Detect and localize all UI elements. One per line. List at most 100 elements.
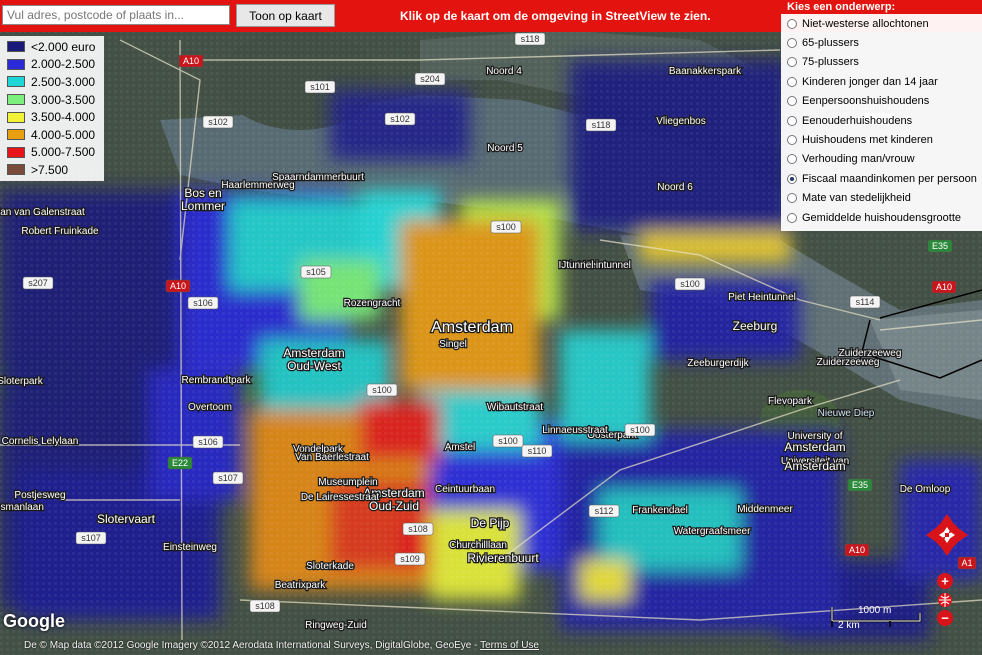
topic-option[interactable]: Verhouding man/vrouw	[781, 150, 982, 169]
road-label: s110	[528, 446, 547, 456]
topic-option[interactable]: Fiscaal maandinkomen per persoon	[781, 169, 982, 188]
topic-radio[interactable]	[787, 38, 797, 49]
topic-option[interactable]: Mate van stedelijkheid	[781, 189, 982, 208]
place-label: Linnaeusstraat	[542, 425, 608, 436]
address-search-input[interactable]	[2, 5, 230, 25]
road-label: A10	[936, 282, 952, 292]
place-label: Jan van Galenstraat	[0, 207, 85, 218]
terms-of-use-link[interactable]: Terms of Use	[480, 640, 539, 651]
legend-row: <2.000 euro	[0, 38, 104, 56]
place-label: Ringweg-Zuid	[305, 620, 367, 631]
topic-option-label: Fiscaal maandinkomen per persoon	[802, 172, 977, 185]
place-label: Frankendael	[632, 505, 688, 516]
topic-option[interactable]: Kinderen jonger dan 14 jaar	[781, 72, 982, 91]
place-label: Sloterkade	[306, 561, 354, 572]
place-label: Baanakkerspark	[669, 66, 742, 77]
legend-label: <2.000 euro	[31, 39, 96, 54]
road-label: s108	[255, 601, 275, 611]
park-label: Flevopark	[768, 396, 813, 407]
road-label: E22	[172, 458, 188, 468]
scale-label: 1000 m	[858, 605, 892, 616]
topic-radio[interactable]	[787, 173, 797, 184]
topic-option-label: Niet-westerse allochtonen	[802, 17, 929, 30]
topic-option-label: Kinderen jonger dan 14 jaar	[802, 75, 938, 88]
topic-option[interactable]: 75-plussers	[781, 53, 982, 72]
topic-option[interactable]: Eenpersoonshuishoudens	[781, 92, 982, 111]
place-label: Zeeburg	[733, 319, 778, 333]
place-label: Churchilllaan	[449, 540, 507, 551]
topic-option[interactable]: Eenouderhuishoudens	[781, 111, 982, 130]
topic-radio[interactable]	[787, 76, 797, 87]
show-on-map-button[interactable]: Toon op kaart	[236, 4, 335, 27]
topic-radio[interactable]	[787, 96, 797, 107]
road-label: A10	[849, 545, 865, 555]
place-label: Robert Fruinkade	[21, 226, 99, 237]
road-label: s106	[198, 437, 218, 447]
park-label: De Omloop	[900, 484, 951, 495]
legend-swatch	[7, 76, 25, 88]
place-label: Rivierenbuurt	[467, 551, 539, 565]
place-label: Noord 5	[487, 143, 523, 154]
topic-radio[interactable]	[787, 115, 797, 126]
income-legend: <2.000 euro 2.000-2.500 2.500-3.000 3.000-3…	[0, 36, 104, 181]
legend-label: 3.500-4.000	[31, 110, 96, 125]
place-label: Amstel	[445, 442, 476, 453]
topic-radio[interactable]	[787, 154, 797, 165]
topic-option-label: Huishoudens met kinderen	[802, 134, 933, 147]
road-label: s102	[390, 114, 410, 124]
topic-panel-title: Kies een onderwerp:	[781, 0, 982, 14]
place-label: Oud-West	[287, 359, 341, 373]
place-label: Van Baerlestraat	[295, 452, 369, 463]
topic-radio[interactable]	[787, 212, 797, 223]
topic-option[interactable]: Niet-westerse allochtonen	[781, 14, 982, 33]
pan-down-arrow-icon[interactable]	[940, 546, 954, 556]
topic-option[interactable]: Huishoudens met kinderen	[781, 130, 982, 149]
place-label: Amsterdam	[784, 440, 845, 454]
place-label: Noord 6	[657, 182, 693, 193]
place-label: Haarlemmerweg	[221, 180, 294, 191]
place-label: Museumplein	[318, 477, 377, 488]
scale-label-imperial: 2 km	[838, 620, 860, 631]
road-label: s118	[521, 34, 540, 44]
legend-swatch	[7, 129, 25, 141]
legend-swatch	[7, 111, 25, 123]
pan-control[interactable]	[924, 512, 970, 558]
legend-row: 2.500-3.000	[0, 73, 104, 91]
place-label: Postjesweg	[14, 490, 65, 501]
pan-right-arrow-icon[interactable]	[958, 528, 968, 542]
zoom-out-label: −	[941, 611, 949, 626]
topic-option[interactable]: 65-plussers	[781, 33, 982, 52]
pan-up-arrow-icon[interactable]	[940, 514, 954, 524]
road-label: s118	[592, 120, 611, 130]
road-label: s106	[193, 298, 213, 308]
topic-option[interactable]: Gemiddelde huishoudensgrootte	[781, 208, 982, 227]
topic-radio[interactable]	[787, 135, 797, 146]
attribution-text: ©2012 Google Imagery ©2012 Aerodata Inte…	[94, 640, 472, 651]
map-data-prefix: De © Map data	[24, 640, 92, 651]
place-label: Singel	[439, 339, 467, 350]
legend-label: 3.000-3.500	[31, 92, 96, 107]
legend-label: 5.000-7.500	[31, 145, 96, 160]
road-label: s114	[856, 297, 875, 307]
road-label: A10	[183, 56, 199, 66]
google-logo[interactable]: Google	[3, 611, 65, 632]
topic-radio[interactable]	[787, 193, 797, 204]
place-label: Zuiderzeeweg	[839, 348, 902, 359]
road-label: E35	[852, 480, 868, 490]
place-label: Plesmanlaan	[0, 502, 44, 513]
place-label: Zeeburgerdijk	[687, 358, 749, 369]
road-label: A10	[170, 281, 186, 291]
road-label: s100	[372, 385, 392, 395]
topic-option-label: Mate van stedelijkheid	[802, 192, 911, 205]
place-label: Amsterdam	[784, 459, 845, 473]
legend-row: 2.000-2.500	[0, 56, 104, 74]
place-label: Slotervaart	[97, 512, 156, 526]
road-label: s108	[408, 524, 428, 534]
topic-radio[interactable]	[787, 57, 797, 68]
park-label: Sloterpark	[0, 376, 44, 387]
topic-option-label: 75-plussers	[802, 56, 859, 69]
pan-left-arrow-icon[interactable]	[926, 528, 936, 542]
topic-radio[interactable]	[787, 18, 797, 29]
legend-label: 2.500-3.000	[31, 74, 96, 89]
place-label: Middenmeer	[737, 504, 793, 515]
